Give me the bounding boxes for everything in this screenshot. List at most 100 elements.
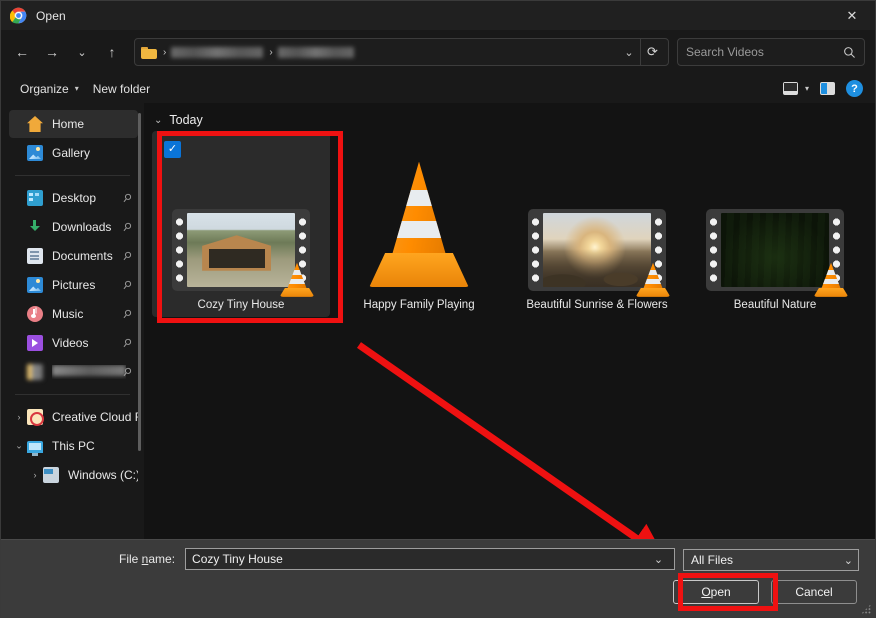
file-thumbnail (528, 209, 671, 297)
new-folder-label: New folder (92, 81, 151, 96)
organize-label: Organize (20, 81, 69, 96)
file-name-label: Beautiful Sunrise & Flowers (526, 299, 668, 311)
sidebar-item-creative-cloud-f[interactable]: › Creative Cloud F (9, 403, 138, 431)
file-tile[interactable]: Happy Family Playing (330, 131, 508, 317)
recent-locations-button[interactable]: ⌄ (67, 38, 97, 66)
sidebar-item-this-pc[interactable]: ⌄ This PC (9, 432, 138, 460)
folder-icon (141, 46, 157, 59)
sidebar-item-label: Videos (52, 336, 89, 350)
chevron-right-icon[interactable]: › (29, 470, 41, 480)
sidebar-divider (15, 175, 130, 176)
dialog-body: Home Gallery Desktop ⚲ Downloads ⚲ Documents ⚲ P… (1, 103, 875, 559)
forward-button[interactable]: → (37, 38, 67, 66)
home-icon (27, 116, 43, 132)
group-header-today[interactable]: ⌄ Today (150, 113, 875, 127)
redacted-icon (27, 364, 43, 380)
sidebar-item-windows-c[interactable]: › Windows (C:) (9, 461, 138, 489)
address-bar[interactable]: › › ⌄ ⟳ (134, 38, 669, 66)
sidebar-item-label: Desktop (52, 191, 97, 205)
file-thumbnail (706, 209, 849, 297)
chevron-down-icon: ▾ (74, 84, 79, 93)
file-name-value: Cozy Tiny House (192, 552, 283, 566)
navigation-pane: Home Gallery Desktop ⚲ Downloads ⚲ Documents ⚲ P… (1, 103, 144, 539)
file-tile[interactable]: ✓ Cozy Tiny House (152, 131, 330, 317)
sidebar-item-label: Gallery (52, 146, 91, 160)
drive-icon (43, 467, 59, 483)
sidebar-item-label: Music (52, 307, 84, 321)
file-name-label: Happy Family Playing (363, 299, 475, 311)
open-file-dialog: Open ✕ ← → ⌄ ↑ › › ⌄ ⟳ Search Videos Org… (0, 0, 876, 618)
group-header-label: Today (169, 113, 203, 127)
vlc-cone-icon (278, 262, 316, 298)
sidebar-item-redacted[interactable]: ⚲ (9, 358, 138, 386)
sidebar-item-gallery[interactable]: Gallery (9, 139, 138, 167)
search-box[interactable]: Search Videos (677, 38, 865, 66)
breadcrumb-segment-redacted-2[interactable] (277, 46, 354, 58)
sidebar-item-downloads[interactable]: Downloads ⚲ (9, 213, 138, 241)
breadcrumb-separator: › (163, 46, 167, 58)
open-button[interactable]: Open (673, 580, 759, 604)
pin-icon[interactable]: ⚲ (120, 306, 135, 321)
documents-icon (27, 248, 43, 264)
chevron-right-icon[interactable]: › (13, 412, 25, 422)
preview-pane-icon[interactable] (820, 82, 835, 95)
help-button[interactable]: ? (846, 80, 863, 97)
file-list-view: ⌄ Today ✓ Cozy Tiny House Happy Family Pla… (144, 103, 875, 539)
command-bar: Organize ▾ New folder ▾ ? (1, 74, 875, 103)
sidebar-item-label: Home (52, 117, 85, 131)
creative-cloud-icon (27, 409, 44, 426)
sidebar-scrollbar[interactable] (138, 113, 141, 451)
vlc-cone-icon (634, 262, 672, 298)
sidebar-item-label: Pictures (52, 278, 96, 292)
file-type-filter[interactable]: All Files ⌄ (683, 549, 859, 571)
chevron-down-icon: ⌄ (843, 554, 853, 567)
sidebar-item-home[interactable]: Home (9, 110, 138, 138)
organize-button[interactable]: Organize ▾ (13, 79, 86, 99)
chevron-down-icon[interactable]: ⌄ (13, 441, 25, 452)
chevron-down-icon: ⌄ (154, 114, 163, 126)
file-tile[interactable]: Beautiful Nature (686, 131, 864, 317)
sidebar-item-videos[interactable]: Videos ⚲ (9, 329, 138, 357)
address-dropdown-icon[interactable]: ⌄ (618, 46, 640, 59)
pin-icon[interactable]: ⚲ (120, 190, 135, 205)
sidebar-item-label: Creative Cloud F (52, 410, 138, 424)
cancel-button[interactable]: Cancel (771, 580, 857, 604)
back-button[interactable]: ← (7, 38, 37, 66)
file-name-label: Beautiful Nature (733, 299, 817, 311)
pin-icon[interactable]: ⚲ (120, 219, 135, 234)
view-chevron-down-icon[interactable]: ▾ (805, 84, 809, 93)
sidebar-item-desktop[interactable]: Desktop ⚲ (9, 184, 138, 212)
file-grid: ✓ Cozy Tiny House Happy Family Playing Beau… (150, 131, 875, 317)
sidebar-item-music[interactable]: Music ⚲ (9, 300, 138, 328)
file-thumbnail (172, 209, 315, 297)
search-icon (844, 46, 855, 58)
file-name-label: File name: (119, 552, 176, 566)
new-folder-button[interactable]: New folder (86, 79, 157, 99)
file-name-label: Cozy Tiny House (197, 299, 285, 311)
up-button[interactable]: ↑ (97, 38, 127, 66)
view-options-icon[interactable] (782, 82, 798, 95)
file-checkbox[interactable]: ✓ (164, 141, 181, 158)
dialog-footer: File name: Cozy Tiny House ⌄ All Files ⌄… (1, 539, 875, 617)
desktop-icon (27, 190, 43, 206)
file-name-input[interactable]: Cozy Tiny House (185, 548, 676, 570)
resize-grip[interactable] (861, 604, 871, 614)
file-tile[interactable]: Beautiful Sunrise & Flowers (508, 131, 686, 317)
close-icon[interactable]: ✕ (829, 1, 875, 30)
vlc-cone-icon (812, 262, 850, 298)
pin-icon[interactable]: ⚲ (120, 335, 135, 350)
sidebar-item-pictures[interactable]: Pictures ⚲ (9, 271, 138, 299)
gallery-icon (27, 145, 43, 161)
pin-icon[interactable]: ⚲ (120, 277, 135, 292)
pin-icon[interactable]: ⚲ (120, 248, 135, 263)
search-input[interactable]: Search Videos (686, 45, 843, 59)
videos-icon (27, 335, 43, 351)
sidebar-item-label: Windows (C:) (68, 468, 138, 482)
music-icon (27, 306, 43, 322)
breadcrumb-segment-redacted-1[interactable] (171, 46, 264, 58)
sidebar-item-label: Downloads (52, 220, 112, 234)
sidebar-item-documents[interactable]: Documents ⚲ (9, 242, 138, 270)
this-pc-icon (27, 441, 43, 456)
refresh-icon[interactable]: ⟳ (640, 39, 664, 65)
sidebar-item-label: This PC (52, 439, 95, 453)
